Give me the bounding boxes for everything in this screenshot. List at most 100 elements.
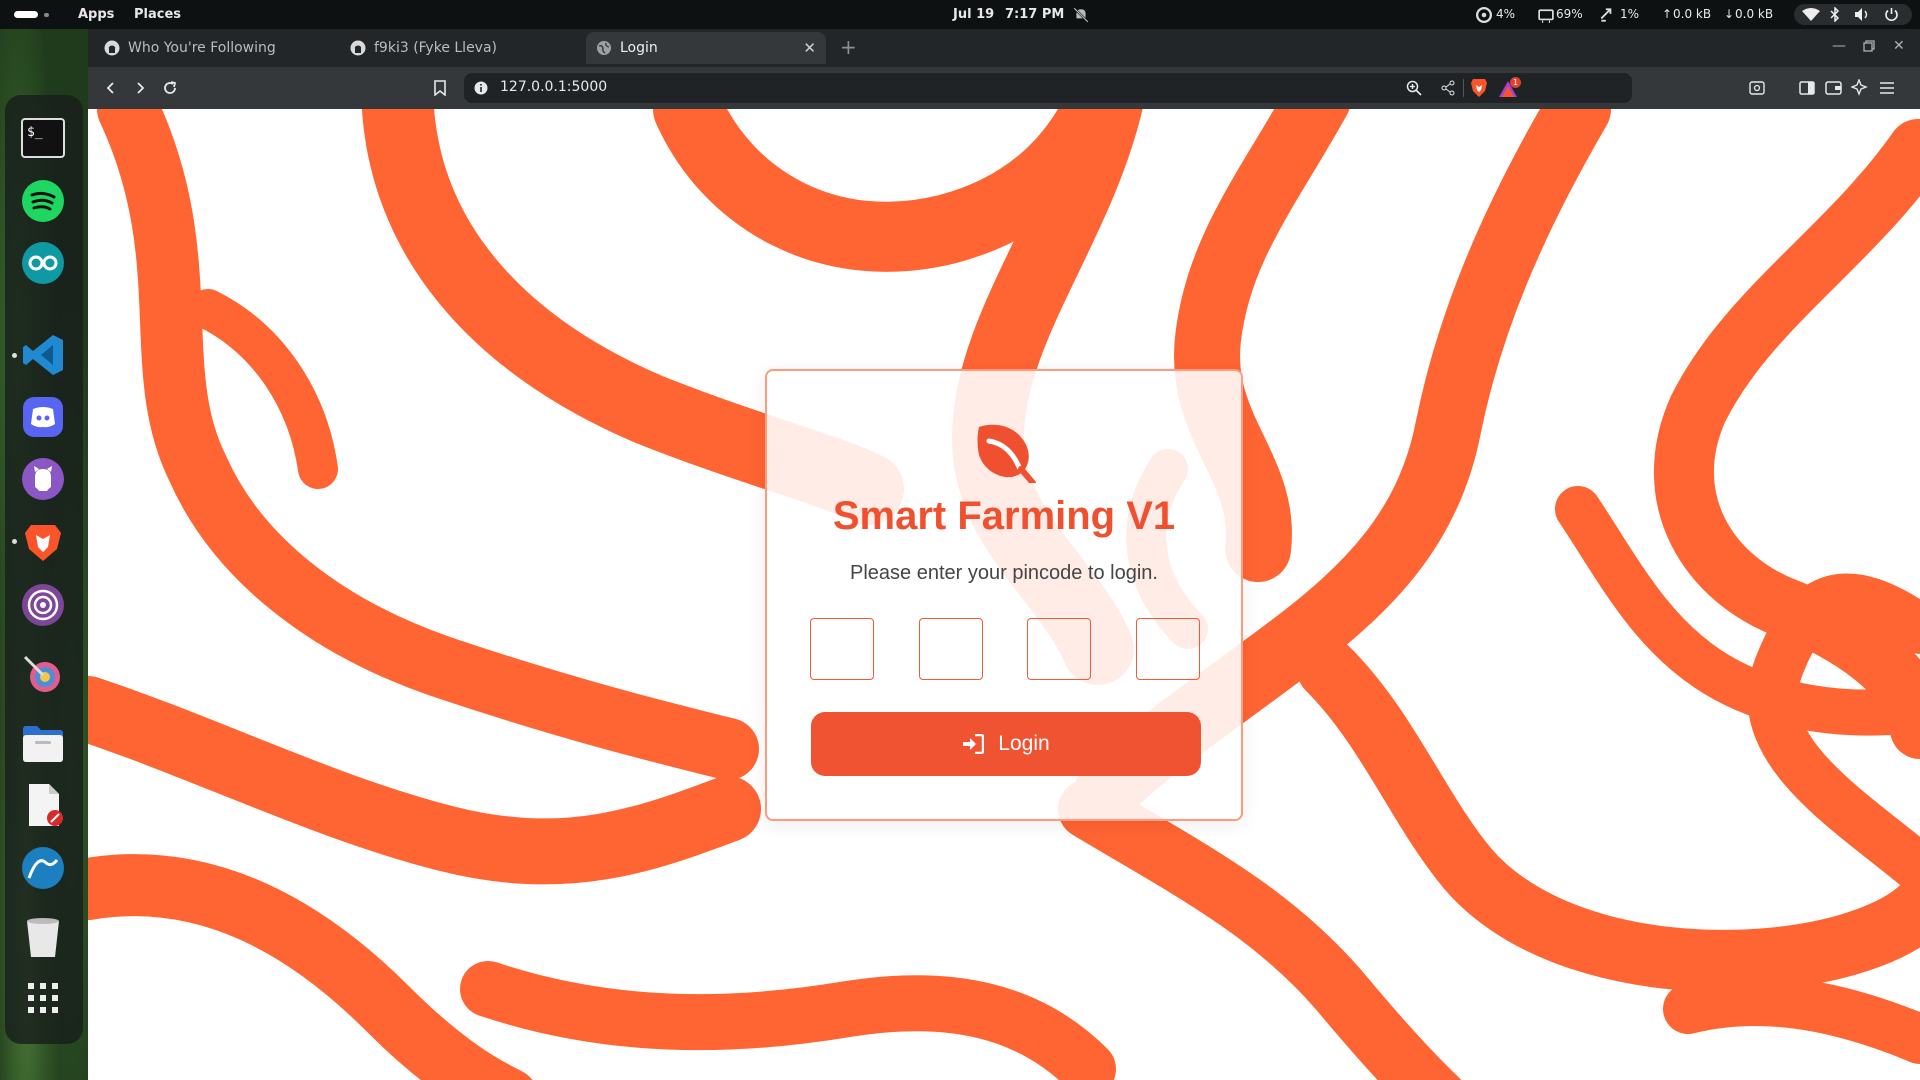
swap-usage: 1% xyxy=(1620,7,1640,21)
color-picker-icon xyxy=(23,655,60,692)
address-bar[interactable]: 127.0.0.1:5000 1 xyxy=(464,73,1632,103)
brave-icon xyxy=(25,525,61,561)
memory-icon xyxy=(1538,9,1554,23)
tab-label: Who You're Following xyxy=(128,40,276,56)
login-card: Smart Farming V1 Please enter your pinco… xyxy=(765,369,1243,821)
wireshark-icon xyxy=(22,847,64,889)
brave-rewards-button[interactable]: 1 xyxy=(1498,77,1522,99)
pincode-digit-4[interactable] xyxy=(1136,618,1200,680)
tab-bar: Who You're Following f9ki3 (Fyke Lleva) … xyxy=(88,29,1920,67)
dock-terminal[interactable]: $_ xyxy=(19,114,67,162)
tab-who-youre-following[interactable]: Who You're Following xyxy=(94,32,324,64)
dock-arduino[interactable] xyxy=(19,239,67,287)
tab-f9ki3[interactable]: f9ki3 (Fyke Lleva) xyxy=(340,32,570,64)
download-arrow-icon: ↓ xyxy=(1724,7,1735,21)
reload-icon xyxy=(164,81,177,94)
dock-vscode[interactable] xyxy=(19,331,67,379)
dock-discord[interactable] xyxy=(19,393,67,441)
share-icon[interactable] xyxy=(1440,80,1456,96)
power-icon xyxy=(1885,8,1898,22)
volume-icon xyxy=(1855,8,1868,21)
date-label[interactable]: Jul 19 xyxy=(953,0,994,29)
login-button[interactable]: Login xyxy=(811,712,1201,776)
text-editor-icon xyxy=(29,784,63,826)
dock-color-picker[interactable] xyxy=(19,651,67,699)
discord-icon xyxy=(23,397,63,437)
back-button[interactable] xyxy=(99,76,123,100)
dock-tor-browser[interactable] xyxy=(19,581,67,629)
trash-icon xyxy=(27,918,59,957)
login-instructions: Please enter your pincode to login. xyxy=(850,562,1158,584)
menu-icon[interactable] xyxy=(1879,80,1895,96)
dock-github-desktop[interactable] xyxy=(19,455,67,503)
time-label[interactable]: 7:17 PM xyxy=(1005,0,1064,29)
dock-panel xyxy=(5,95,83,1044)
restore-icon[interactable] xyxy=(1863,40,1875,52)
navigation-bar: 127.0.0.1:5000 1 xyxy=(88,67,1920,109)
zoom-icon[interactable] xyxy=(1406,80,1422,96)
dock-wireshark[interactable] xyxy=(19,844,67,892)
close-tab-icon[interactable]: ✕ xyxy=(803,39,816,57)
close-window-icon[interactable]: ✕ xyxy=(1893,38,1905,54)
leaf-logo-icon xyxy=(977,424,1036,483)
terminal-icon: $_ xyxy=(21,118,65,158)
page-viewport: Smart Farming V1 Please enter your pinco… xyxy=(88,109,1920,1080)
globe-icon xyxy=(597,41,611,55)
swap-icon xyxy=(1600,8,1612,22)
wallet-icon[interactable] xyxy=(1825,80,1842,96)
minimize-icon[interactable]: — xyxy=(1832,38,1846,54)
wifi-icon xyxy=(1802,8,1820,21)
places-menu[interactable]: Places xyxy=(134,0,181,29)
url-text[interactable]: 127.0.0.1:5000 xyxy=(500,79,607,95)
folder-icon xyxy=(23,726,63,762)
activities-button[interactable] xyxy=(14,11,49,18)
github-icon xyxy=(350,40,366,56)
show-apps-button[interactable] xyxy=(19,974,67,1022)
dock-trash[interactable] xyxy=(19,913,67,961)
sign-in-icon xyxy=(963,734,985,754)
browser-window: Who You're Following f9ki3 (Fyke Lleva) … xyxy=(88,29,1920,1080)
sidebar-icon[interactable] xyxy=(1799,80,1815,96)
notifications-off-icon[interactable] xyxy=(1073,7,1089,23)
tab-login[interactable]: Login ✕ xyxy=(586,32,826,64)
tor-icon xyxy=(22,584,64,626)
dock: $_ xyxy=(0,29,88,1080)
download-rate: 0.0 kB xyxy=(1735,7,1774,21)
app-grid-icon xyxy=(28,983,58,1013)
brave-shields-icon[interactable] xyxy=(1470,78,1488,98)
back-arrow-icon xyxy=(106,82,114,94)
memory-usage: 69% xyxy=(1556,7,1583,21)
tab-label: Login xyxy=(620,40,658,56)
bookmark-icon xyxy=(434,80,446,96)
bookmark-button[interactable] xyxy=(428,76,452,100)
pincode-digit-2[interactable] xyxy=(919,618,983,680)
leo-ai-icon[interactable] xyxy=(1851,79,1868,96)
dock-text-editor[interactable] xyxy=(19,781,67,829)
cpu-usage: 4% xyxy=(1496,7,1516,21)
forward-button[interactable] xyxy=(128,76,152,100)
vscode-icon xyxy=(23,335,63,375)
pincode-digit-1[interactable] xyxy=(810,618,874,680)
login-button-label: Login xyxy=(998,732,1050,755)
spotify-icon xyxy=(22,180,64,222)
arduino-icon xyxy=(22,242,64,284)
dock-files[interactable] xyxy=(19,719,67,767)
apps-menu[interactable]: Apps xyxy=(78,0,114,29)
running-indicator xyxy=(12,353,17,358)
system-top-bar: Apps Places Jul 19 7:17 PM 4% 69% 1% ↑ 0… xyxy=(0,0,1920,29)
dock-brave[interactable] xyxy=(19,517,67,565)
reload-button[interactable] xyxy=(158,76,182,100)
pincode-digit-3[interactable] xyxy=(1027,618,1091,680)
forward-arrow-icon xyxy=(137,82,145,94)
svg-text:$_: $_ xyxy=(27,125,43,140)
site-info-icon[interactable] xyxy=(474,81,488,95)
dock-spotify[interactable] xyxy=(19,177,67,225)
new-tab-button[interactable]: + xyxy=(840,35,857,59)
screenshot-icon[interactable] xyxy=(1749,80,1765,96)
tab-label: f9ki3 (Fyke Lleva) xyxy=(374,40,498,56)
upload-arrow-icon: ↑ xyxy=(1662,7,1673,21)
system-menu[interactable] xyxy=(1794,4,1912,25)
github-icon xyxy=(22,458,64,500)
github-icon xyxy=(104,40,120,56)
cpu-icon xyxy=(1476,7,1492,23)
